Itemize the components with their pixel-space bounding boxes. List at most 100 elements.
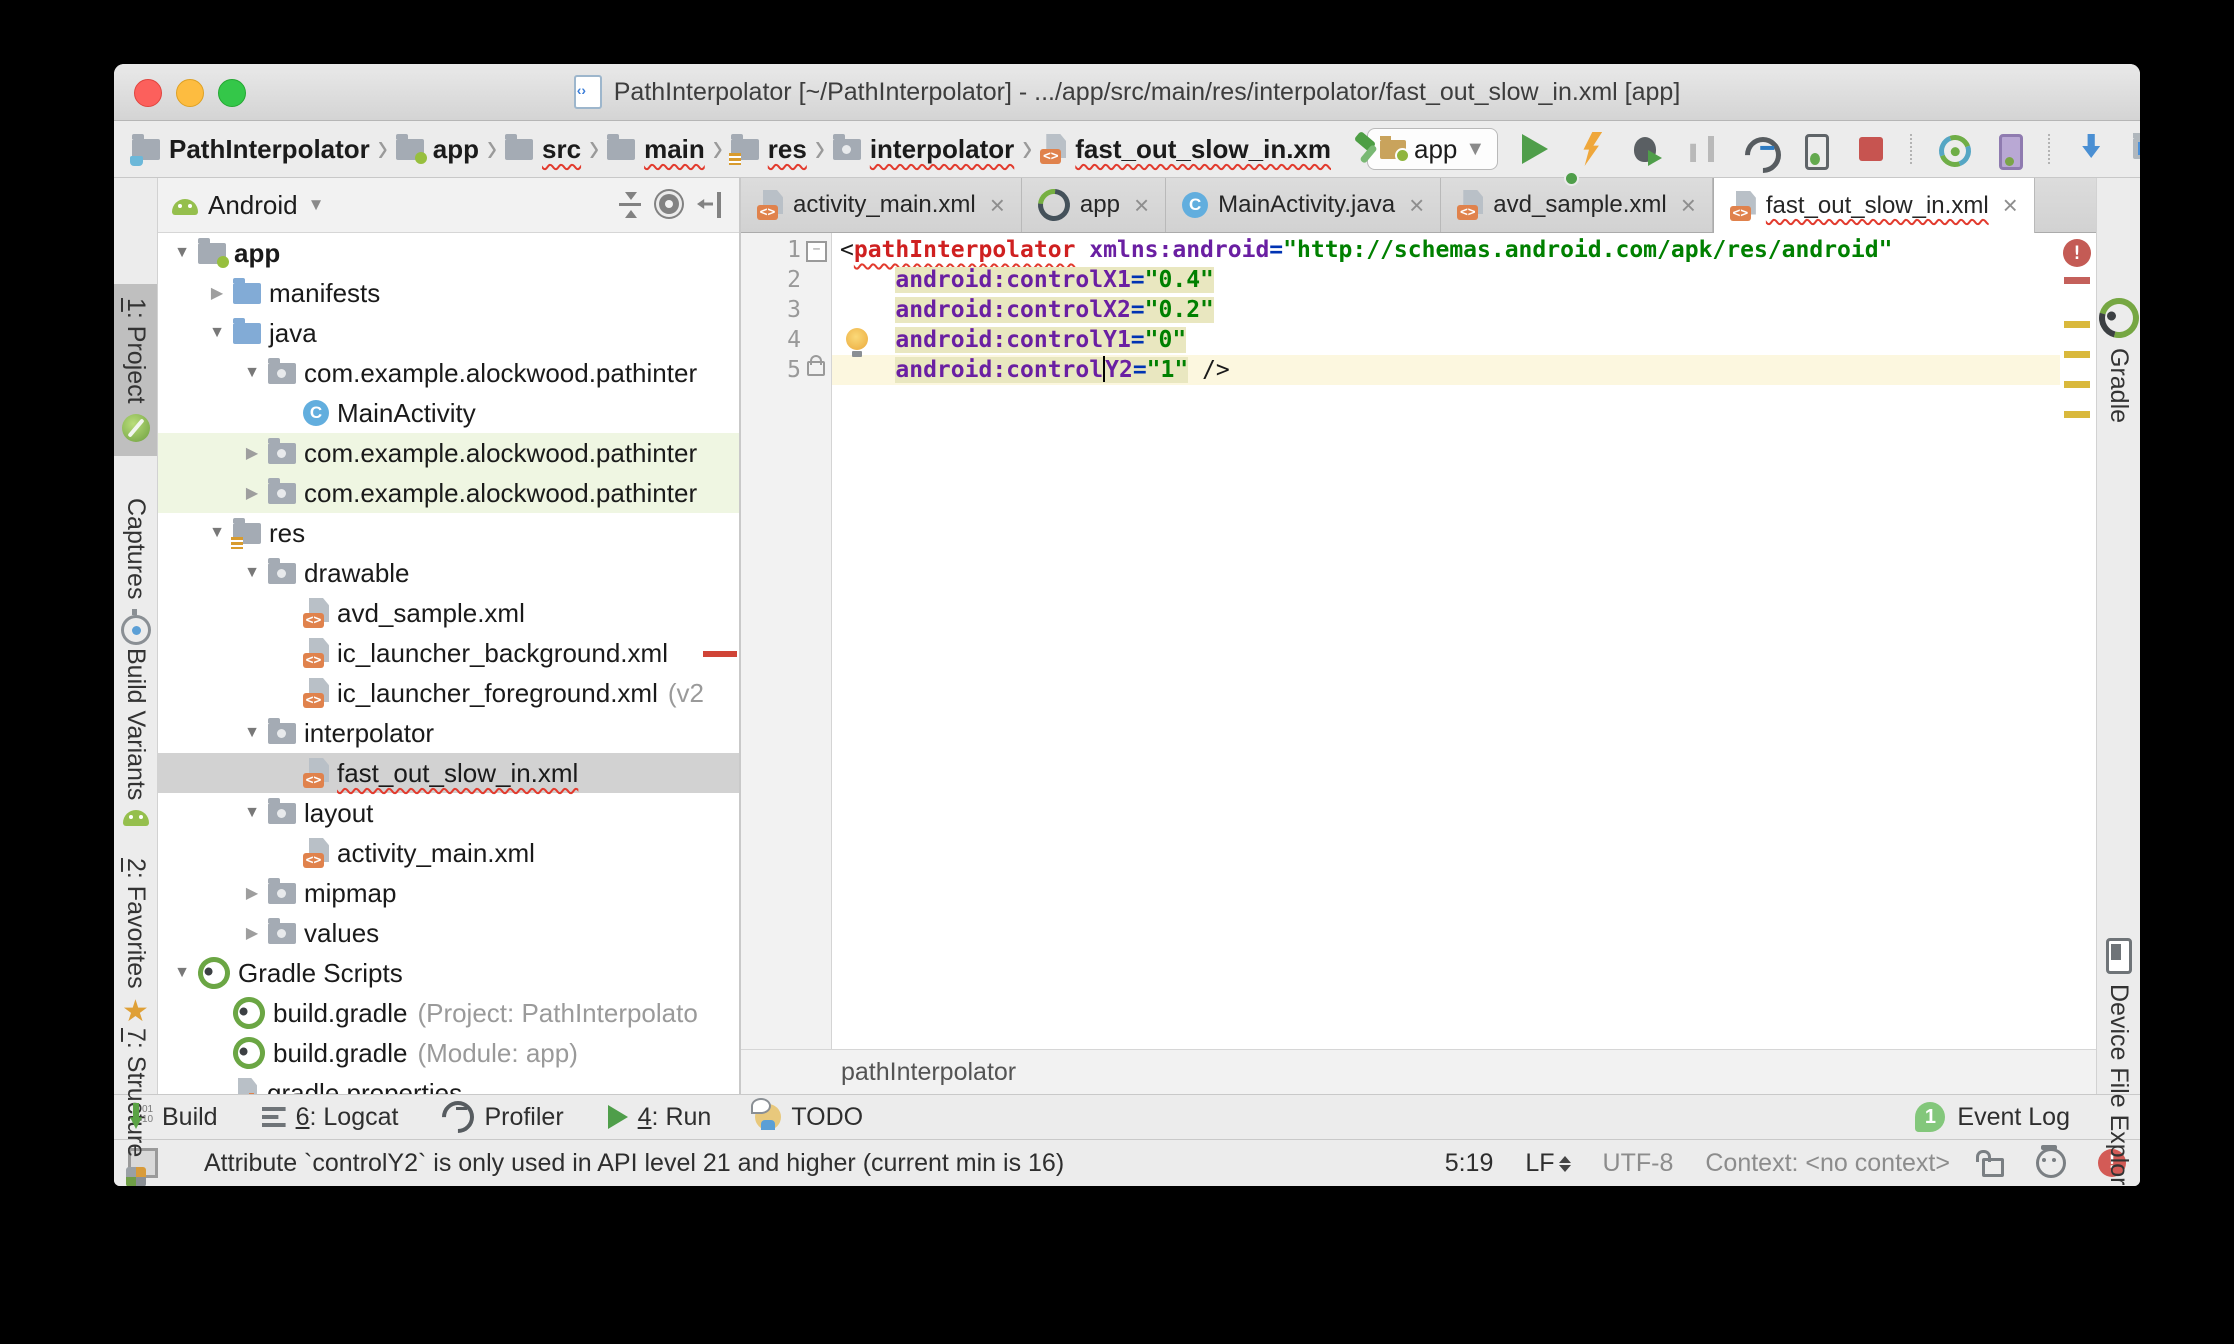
tree-expanded-arrow-icon[interactable]: ▼ [168, 964, 196, 982]
project-structure-button[interactable] [2130, 132, 2140, 166]
tree-row-build-gradle[interactable]: build.gradle(Module: app) [158, 1033, 739, 1073]
attach-debugger-button[interactable] [1798, 132, 1832, 166]
minimize-window-button[interactable] [176, 79, 204, 107]
apply-changes-button[interactable] [1574, 132, 1608, 166]
tree-row-gradle-scripts[interactable]: ▼Gradle Scripts [158, 953, 739, 993]
tree-expanded-arrow-icon[interactable]: ▼ [203, 524, 231, 542]
tree-expanded-arrow-icon[interactable]: ▼ [168, 244, 196, 262]
tree-row-gradle-properties[interactable]: gradle.properties [158, 1073, 739, 1094]
tree-row-mainactivity[interactable]: CMainActivity [158, 393, 739, 433]
tree-row-values[interactable]: ▶values [158, 913, 739, 953]
breadcrumb-item-pathinterpolator[interactable]: PathInterpolator [132, 134, 370, 165]
tree-collapsed-arrow-icon[interactable]: ▶ [238, 483, 266, 503]
breadcrumb-item-interpolator[interactable]: interpolator [833, 134, 1014, 165]
tree-row-ic-launcher-background-xml[interactable]: <>ic_launcher_background.xml [158, 633, 739, 673]
code-content[interactable]: <pathInterpolator xmlns:android="http://… [832, 233, 2060, 1049]
breadcrumb-item-res[interactable]: res [731, 134, 807, 165]
tab-activity-main-xml[interactable]: <>activity_main.xml× [741, 178, 1022, 232]
line-ending-select[interactable]: LF [1525, 1149, 1570, 1178]
inspections-hector-icon[interactable] [2036, 1148, 2066, 1178]
context-indicator[interactable]: Context: <no context> [1705, 1149, 1950, 1178]
tree-row-interpolator[interactable]: ▼interpolator [158, 713, 739, 753]
warning-stripe-mark[interactable] [2064, 381, 2090, 388]
breadcrumb-item-main[interactable]: main [607, 134, 705, 165]
fold-marker-icon[interactable]: − [806, 241, 827, 262]
breadcrumb-item-app[interactable]: app [396, 134, 479, 165]
close-window-button[interactable] [134, 79, 162, 107]
close-icon[interactable]: × [2003, 190, 2018, 221]
tree-expanded-arrow-icon[interactable]: ▼ [238, 364, 266, 382]
tree-row-app[interactable]: ▼app [158, 233, 739, 273]
run-configuration-select[interactable]: app ▼ [1367, 128, 1498, 170]
tree-row-layout[interactable]: ▼layout [158, 793, 739, 833]
debug-button[interactable] [1630, 132, 1664, 166]
tab-fast-out-slow-in-xml[interactable]: <>fast_out_slow_in.xml× [1713, 178, 2035, 233]
hide-panel-button[interactable] [695, 190, 725, 220]
tree-collapsed-arrow-icon[interactable]: ▶ [238, 923, 266, 943]
tree-row-fast-out-slow-in-xml[interactable]: <>fast_out_slow_in.xml [158, 753, 739, 793]
breadcrumb-item-fast-out-slow-in-xm[interactable]: <>fast_out_slow_in.xm [1040, 134, 1331, 165]
tab-avd-sample-xml[interactable]: <>avd_sample.xml× [1441, 178, 1713, 232]
editor-breadcrumb-bar[interactable]: pathInterpolator [741, 1049, 2096, 1094]
tree-row-java[interactable]: ▼java [158, 313, 739, 353]
tree-collapsed-arrow-icon[interactable]: ▶ [238, 443, 266, 463]
tree-collapsed-arrow-icon[interactable]: ▶ [203, 283, 231, 303]
warning-stripe-mark[interactable] [2064, 351, 2090, 358]
event-log-button[interactable]: 1Event Log [1915, 1102, 2070, 1132]
tree-expanded-arrow-icon[interactable]: ▼ [203, 324, 231, 342]
bottom-bar-item---run[interactable]: 4: Run [608, 1103, 712, 1132]
gradle-sync-button[interactable] [1936, 132, 1970, 166]
tree-row-drawable[interactable]: ▼drawable [158, 553, 739, 593]
bottom-bar-item---logcat[interactable]: 6: Logcat [262, 1103, 399, 1132]
bottom-bar-item-todo[interactable]: TODO [755, 1103, 863, 1132]
tool-strip-tab-device-file-explorer[interactable]: Device File Explorer [2097, 938, 2140, 1186]
warning-stripe-mark[interactable] [2064, 411, 2090, 418]
avd-manager-button[interactable] [1992, 132, 2026, 166]
tab-app[interactable]: app× [1022, 178, 1166, 232]
close-icon[interactable]: × [1134, 190, 1149, 221]
tree-row-activity-main-xml[interactable]: <>activity_main.xml [158, 833, 739, 873]
tool-strip-tab-2--favorites[interactable]: 2: Favorites★ [114, 858, 157, 1025]
project-view-selector[interactable]: Android [208, 190, 298, 221]
tree-row-res[interactable]: ▼res [158, 513, 739, 553]
tree-row-com-example-alockwood-pathinter[interactable]: ▼com.example.alockwood.pathinter [158, 353, 739, 393]
gear-icon[interactable] [655, 190, 685, 220]
scroll-to-source-button[interactable] [615, 190, 645, 220]
code-editor[interactable]: 1 2 3 4 5 − <pathInterpolator xmlns:andr… [741, 233, 2096, 1049]
tree-row-com-example-alockwood-pathinter[interactable]: ▶com.example.alockwood.pathinter [158, 433, 739, 473]
bottom-bar-item-build[interactable]: Build [128, 1103, 218, 1132]
tree-row-mipmap[interactable]: ▶mipmap [158, 873, 739, 913]
close-icon[interactable]: × [1409, 190, 1424, 221]
error-stripe[interactable]: ! [2060, 233, 2096, 1049]
stop-button[interactable] [1854, 132, 1888, 166]
tool-strip-tab-build-variants[interactable]: Build Variants [114, 648, 157, 826]
unlock-icon[interactable] [1982, 1158, 2004, 1177]
close-icon[interactable]: × [990, 190, 1005, 221]
error-indicator-icon[interactable]: ! [2063, 239, 2091, 267]
tree-row-ic-launcher-foreground-xml[interactable]: <>ic_launcher_foreground.xml(v2 [158, 673, 739, 713]
tree-row-build-gradle[interactable]: build.gradle(Project: PathInterpolato [158, 993, 739, 1033]
caret-position[interactable]: 5:19 [1445, 1149, 1494, 1178]
tab-mainactivity-java[interactable]: CMainActivity.java× [1166, 178, 1441, 232]
file-encoding[interactable]: UTF-8 [1603, 1149, 1674, 1178]
tree-expanded-arrow-icon[interactable]: ▼ [238, 804, 266, 822]
chevron-down-icon[interactable]: ▼ [308, 195, 325, 215]
profile-app-button[interactable] [1742, 132, 1776, 166]
run-button[interactable] [1518, 132, 1552, 166]
bottom-bar-item-profiler[interactable]: Profiler [442, 1101, 563, 1133]
breadcrumb-item-src[interactable]: src [505, 134, 581, 165]
zoom-window-button[interactable] [218, 79, 246, 107]
tree-expanded-arrow-icon[interactable]: ▼ [238, 564, 266, 582]
tree-expanded-arrow-icon[interactable]: ▼ [238, 724, 266, 742]
tree-row-com-example-alockwood-pathinter[interactable]: ▶com.example.alockwood.pathinter [158, 473, 739, 513]
tool-strip-tab-captures[interactable]: Captures [114, 498, 157, 645]
tool-strip-tab-1--project[interactable]: 1: Project [114, 284, 157, 456]
close-icon[interactable]: × [1681, 190, 1696, 221]
title-bar[interactable]: PathInterpolator [~/PathInterpolator] - … [114, 64, 2140, 121]
tree-row-avd-sample-xml[interactable]: <>avd_sample.xml [158, 593, 739, 633]
tree-collapsed-arrow-icon[interactable]: ▶ [238, 883, 266, 903]
error-stripe-mark[interactable] [2064, 277, 2090, 284]
tool-strip-tab-gradle[interactable]: Gradle [2097, 298, 2140, 423]
warning-stripe-mark[interactable] [2064, 321, 2090, 328]
tree-row-manifests[interactable]: ▶manifests [158, 273, 739, 313]
